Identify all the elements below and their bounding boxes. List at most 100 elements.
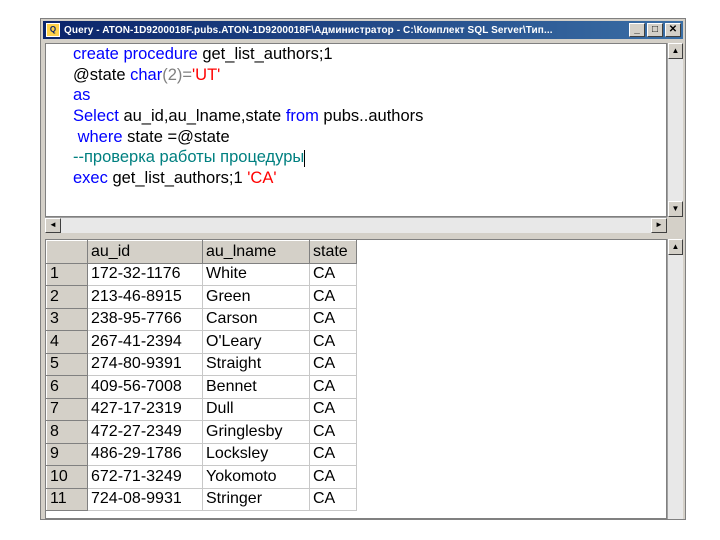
row-number[interactable]: 8 [46, 420, 88, 444]
scroll-up-arrow-icon[interactable]: ▲ [668, 239, 683, 255]
row-number[interactable]: 7 [46, 397, 88, 421]
condition: state =@state [122, 127, 230, 146]
cell-state[interactable]: CA [309, 420, 357, 444]
keyword: create procedure [73, 45, 198, 63]
query-app-icon: Q [46, 23, 60, 37]
code-line-2: @state char(2)='UT' [46, 65, 666, 86]
cell-au-id[interactable]: 213-46-8915 [87, 285, 203, 309]
cell-state[interactable]: CA [309, 352, 357, 376]
code-line-5: where state =@state [46, 127, 666, 148]
cell-state[interactable]: CA [309, 285, 357, 309]
column-header-au-id[interactable]: au_id [87, 240, 203, 264]
cell-au-lname[interactable]: Bennet [202, 375, 310, 399]
string-literal: 'UT' [192, 65, 221, 84]
minimize-button[interactable]: _ [629, 23, 645, 37]
text-caret [304, 149, 306, 167]
table-row[interactable]: 9 486-29-1786 Locksley CA [46, 442, 357, 466]
cell-au-id[interactable]: 724-08-9931 [87, 487, 203, 511]
row-number[interactable]: 6 [46, 375, 88, 399]
cell-au-lname[interactable]: Yokomoto [202, 465, 310, 489]
row-number[interactable]: 1 [46, 262, 88, 286]
cell-au-lname[interactable]: O'Leary [202, 330, 310, 354]
table-row[interactable]: 7 427-17-2319 Dull CA [46, 397, 357, 421]
scroll-down-arrow-icon[interactable]: ▼ [668, 201, 683, 217]
cell-state[interactable]: CA [309, 262, 357, 286]
cell-au-lname[interactable]: Stringer [202, 487, 310, 511]
keyword: exec [73, 169, 108, 188]
results-vertical-scrollbar[interactable]: ▲ [667, 239, 683, 519]
code-line-3: as [46, 85, 666, 106]
scroll-left-arrow-icon[interactable]: ◄ [45, 218, 61, 233]
cell-au-id[interactable]: 672-71-3249 [87, 465, 203, 489]
keyword: where [73, 127, 123, 146]
code-line-7: exec get_list_authors;1 'CA' [46, 168, 666, 189]
identifier: get_list_authors;1 [197, 45, 333, 63]
table-row[interactable]: 5 274-80-9391 Straight CA [46, 352, 357, 376]
editor-horizontal-scrollbar[interactable]: ◄ ► [45, 217, 667, 233]
row-number[interactable]: 5 [46, 352, 88, 376]
procedure-call: get_list_authors;1 [107, 169, 248, 188]
cell-au-lname[interactable]: Straight [202, 352, 310, 376]
keyword: Select [73, 107, 119, 126]
cell-state[interactable]: CA [309, 375, 357, 399]
cell-au-id[interactable]: 267-41-2394 [87, 330, 203, 354]
code-line-1: create procedure get_list_authors;1 [46, 44, 666, 65]
column-header-state[interactable]: state [309, 240, 357, 264]
cell-au-id[interactable]: 486-29-1786 [87, 442, 203, 466]
cell-au-id[interactable]: 172-32-1176 [87, 262, 203, 286]
code-line-6: --проверка работы процедуры [46, 147, 666, 168]
datatype-size: (2) [162, 65, 183, 84]
table-row[interactable]: 1 172-32-1176 White CA [46, 262, 357, 286]
cell-state[interactable]: CA [309, 307, 357, 331]
cell-au-lname[interactable]: Dull [202, 397, 310, 421]
row-number[interactable]: 11 [46, 487, 88, 511]
close-button[interactable]: ✕ [665, 23, 681, 37]
comment: --проверка работы процедуры [73, 148, 305, 167]
row-number[interactable]: 2 [46, 285, 88, 309]
table-name: pubs..authors [318, 107, 424, 126]
row-number[interactable]: 3 [46, 307, 88, 331]
cell-au-lname[interactable]: Carson [202, 307, 310, 331]
cell-au-lname[interactable]: Green [202, 285, 310, 309]
sql-editor[interactable]: create procedure get_list_authors;1 @sta… [45, 43, 667, 217]
editor-vertical-scrollbar[interactable]: ▲ ▼ [667, 43, 683, 217]
cell-state[interactable]: CA [309, 397, 357, 421]
column-header-au-lname[interactable]: au_lname [202, 240, 310, 264]
maximize-button[interactable]: □ [647, 23, 663, 37]
cell-au-lname[interactable]: White [202, 262, 310, 286]
results-grid[interactable]: au_id au_lname state 1 172-32-1176 White CA… [45, 239, 667, 519]
title-bar[interactable]: Q Query - ATON-1D9200018F.pubs.ATON-1D92… [43, 21, 683, 39]
table-row[interactable]: 3 238-95-7766 Carson CA [46, 307, 357, 331]
keyword: as [73, 86, 91, 105]
table-row[interactable]: 6 409-56-7008 Bennet CA [46, 375, 357, 399]
table-row[interactable]: 2 213-46-8915 Green CA [46, 285, 357, 309]
string-literal: 'CA' [247, 169, 277, 188]
table-row[interactable]: 8 472-27-2349 Gringlesby CA [46, 420, 357, 444]
cell-state[interactable]: CA [309, 442, 357, 466]
cell-au-id[interactable]: 427-17-2319 [87, 397, 203, 421]
parameter: @state [73, 65, 131, 84]
row-number[interactable]: 10 [46, 465, 88, 489]
row-number[interactable]: 4 [46, 330, 88, 354]
code-line-4: Select au_id,au_lname,state from pubs..a… [46, 106, 666, 127]
row-number[interactable]: 9 [46, 442, 88, 466]
table-row[interactable]: 11 724-08-9931 Stringer CA [46, 487, 357, 511]
query-window: Q Query - ATON-1D9200018F.pubs.ATON-1D92… [40, 18, 686, 520]
cell-au-lname[interactable]: Locksley [202, 442, 310, 466]
cell-au-id[interactable]: 238-95-7766 [87, 307, 203, 331]
row-header-corner[interactable] [46, 240, 88, 264]
cell-au-id[interactable]: 274-80-9391 [87, 352, 203, 376]
column-list: au_id,au_lname,state [118, 107, 286, 126]
cell-state[interactable]: CA [309, 465, 357, 489]
header-row: au_id au_lname state [46, 240, 357, 264]
table-row[interactable]: 4 267-41-2394 O'Leary CA [46, 330, 357, 354]
scroll-right-arrow-icon[interactable]: ► [651, 218, 667, 233]
cell-au-lname[interactable]: Gringlesby [202, 420, 310, 444]
cell-au-id[interactable]: 472-27-2349 [87, 420, 203, 444]
cell-au-id[interactable]: 409-56-7008 [87, 375, 203, 399]
table-row[interactable]: 10 672-71-3249 Yokomoto CA [46, 465, 357, 489]
cell-state[interactable]: CA [309, 330, 357, 354]
datatype: char [130, 65, 163, 84]
cell-state[interactable]: CA [309, 487, 357, 511]
scroll-up-arrow-icon[interactable]: ▲ [668, 43, 683, 59]
